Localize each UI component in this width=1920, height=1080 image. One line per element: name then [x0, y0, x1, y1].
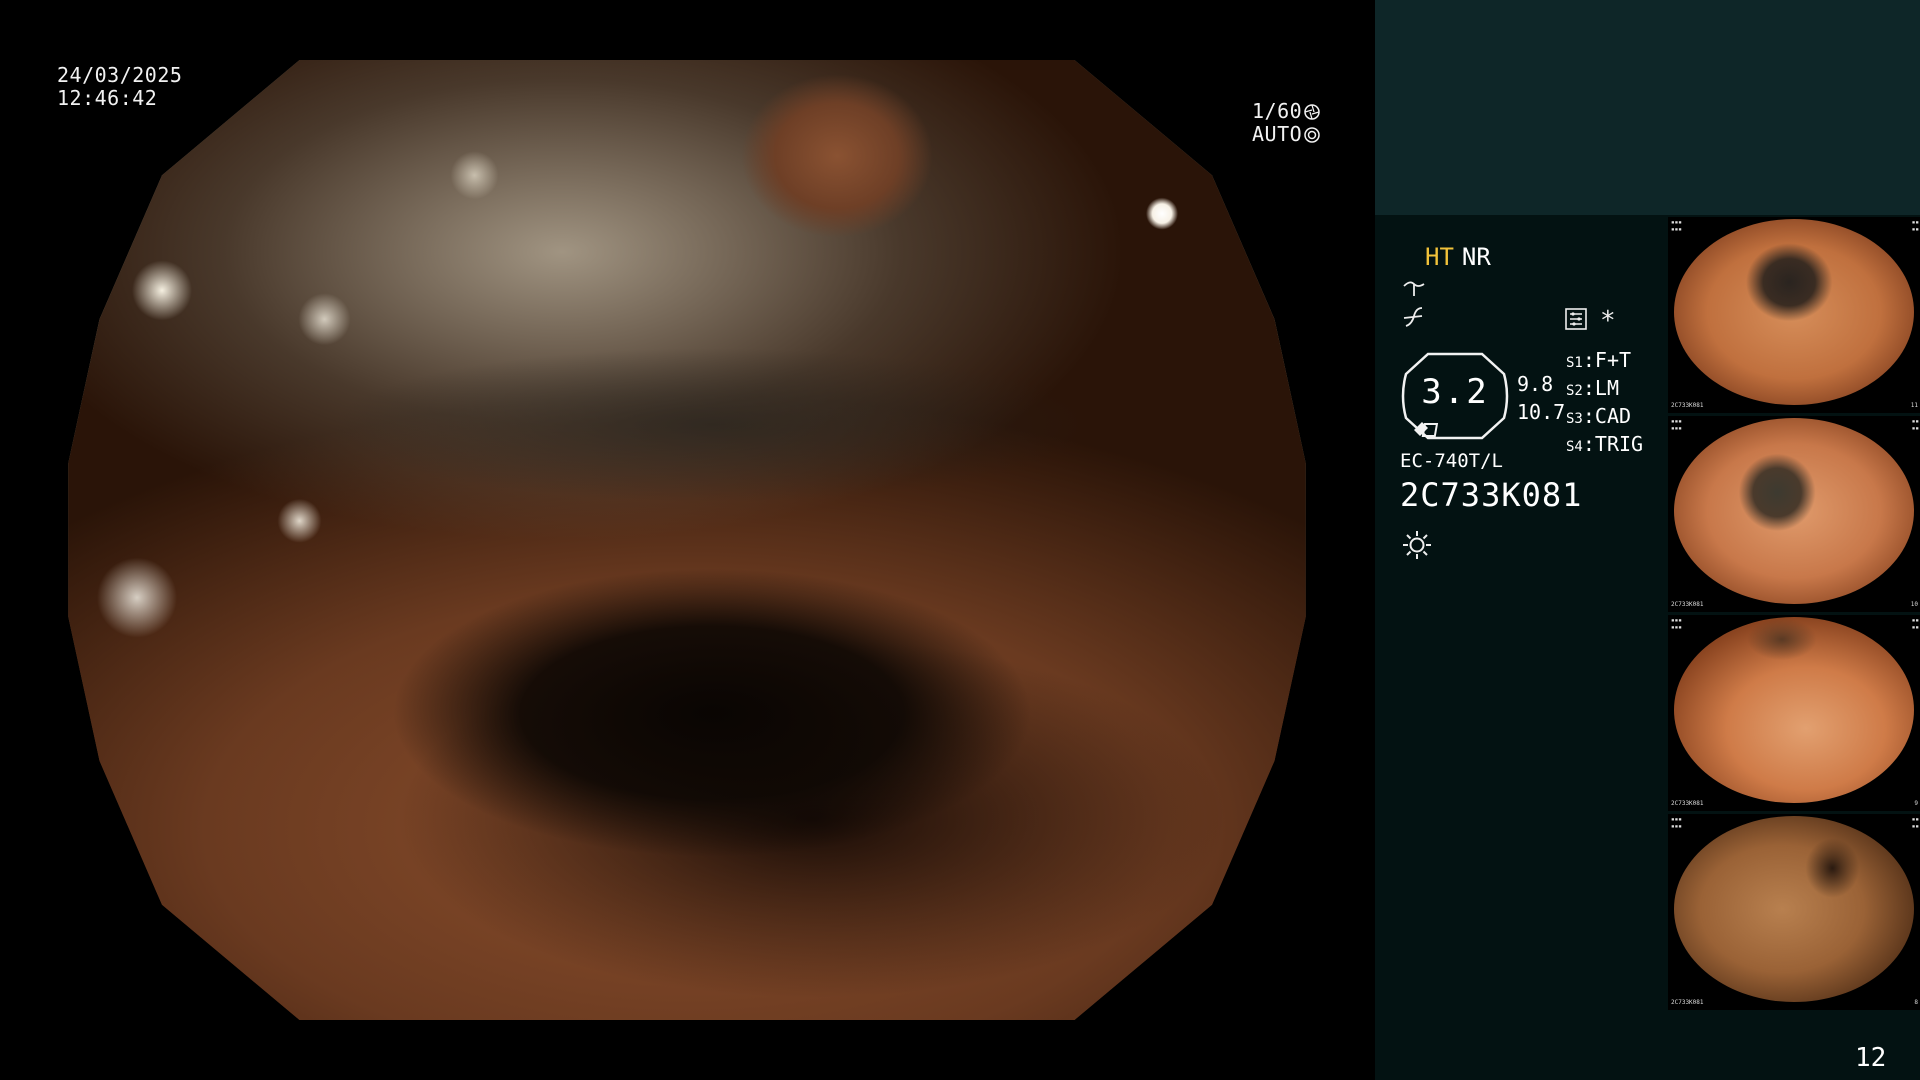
- scope-serial: 2C733K081: [1400, 476, 1583, 514]
- thumbnail-4[interactable]: ▪▪▪ ▪▪▪ ▪▪ ▪▪ 2C733K081 8: [1668, 814, 1920, 1010]
- thumbnail-label: 2C733K081: [1671, 601, 1704, 608]
- gauge-side-top: 9.8: [1517, 372, 1554, 396]
- thumbnail-label: 2C733K081: [1671, 800, 1704, 807]
- thumbnail-image: [1674, 617, 1914, 803]
- thumbnail-exposure: ▪▪ ▪▪: [1911, 418, 1919, 432]
- thumbnail-2[interactable]: ▪▪▪ ▪▪▪ ▪▪ ▪▪ 2C733K081 10: [1668, 416, 1920, 612]
- sun-icon: [1403, 531, 1431, 559]
- thumbnail-label: 2C733K081: [1671, 402, 1704, 409]
- menu-settings-icon: [1565, 308, 1587, 330]
- slot-s3: S3:CAD: [1566, 404, 1632, 428]
- info-panel-header: [1375, 0, 1920, 215]
- thumbnail-index: 8: [1914, 999, 1918, 1006]
- exposure-mode: AUTO: [1252, 122, 1303, 146]
- thumbnail-3[interactable]: ▪▪▪ ▪▪▪ ▪▪ ▪▪ 2C733K081 9: [1668, 615, 1920, 811]
- thumbnail-timestamp: ▪▪▪ ▪▪▪: [1671, 418, 1682, 432]
- thumbnail-index: 10: [1910, 601, 1918, 608]
- slot-s2: S2:LM: [1566, 376, 1619, 400]
- thumbnail-timestamp: ▪▪▪ ▪▪▪: [1671, 219, 1682, 233]
- exposure-readout: 1/60 AUTO: [1252, 100, 1320, 146]
- asterisk-marker: *: [1600, 306, 1616, 336]
- captured-thumbnails: ▪▪▪ ▪▪▪ ▪▪ ▪▪ 2C733K081 11 ▪▪▪ ▪▪▪ ▪▪ ▪▪ 2C7…: [1668, 217, 1920, 1013]
- thumbnail-image: [1674, 816, 1914, 1002]
- thumbnail-timestamp: ▪▪▪ ▪▪▪: [1671, 816, 1682, 830]
- thumbnail-exposure: ▪▪ ▪▪: [1911, 617, 1919, 631]
- scope-model: EC-740T/L: [1400, 450, 1503, 472]
- thumbnail-exposure: ▪▪ ▪▪: [1911, 219, 1919, 233]
- gauge-side-values: 9.8 10.7: [1517, 370, 1565, 426]
- endoscopic-image: [68, 60, 1306, 1020]
- thumbnail-image: [1674, 418, 1914, 604]
- thumbnail-image: [1674, 219, 1914, 405]
- mode-nr: NR: [1461, 243, 1491, 271]
- magnification-value: 3.2: [1421, 372, 1489, 412]
- image-mode: HT NR: [1425, 243, 1491, 271]
- color-curve-icon: [1403, 307, 1423, 327]
- thumbnail-1[interactable]: ▪▪▪ ▪▪▪ ▪▪ ▪▪ 2C733K081 11: [1668, 217, 1920, 413]
- thumbnail-index: 9: [1914, 800, 1918, 807]
- enhance-curve-icon: [1403, 281, 1425, 296]
- time-text: 12:46:42: [57, 86, 158, 110]
- date-text: 24/03/2025: [57, 63, 183, 87]
- image-count: 12: [1855, 1043, 1887, 1073]
- thumbnail-exposure: ▪▪ ▪▪: [1911, 816, 1919, 830]
- shutter-speed: 1/60: [1252, 99, 1303, 123]
- switch-assignments: S1:F+T S2:LM S3:CAD S4:TRIG: [1566, 348, 1643, 460]
- endoscope-live-view: [0, 0, 1375, 1080]
- mode-ht: HT: [1425, 243, 1454, 271]
- thumbnail-timestamp: ▪▪▪ ▪▪▪: [1671, 617, 1682, 631]
- slot-s1: S1:F+T: [1566, 348, 1632, 372]
- aperture-icon: [1304, 103, 1320, 120]
- exposure-icon: [1304, 126, 1320, 143]
- gauge-side-bottom: 10.7: [1517, 400, 1566, 424]
- thumbnail-index: 11: [1910, 402, 1918, 409]
- timestamp: 24/03/2025 12:46:42: [57, 64, 182, 110]
- thumbnail-label: 2C733K081: [1671, 999, 1704, 1006]
- slot-s4: S4:TRIG: [1566, 432, 1644, 456]
